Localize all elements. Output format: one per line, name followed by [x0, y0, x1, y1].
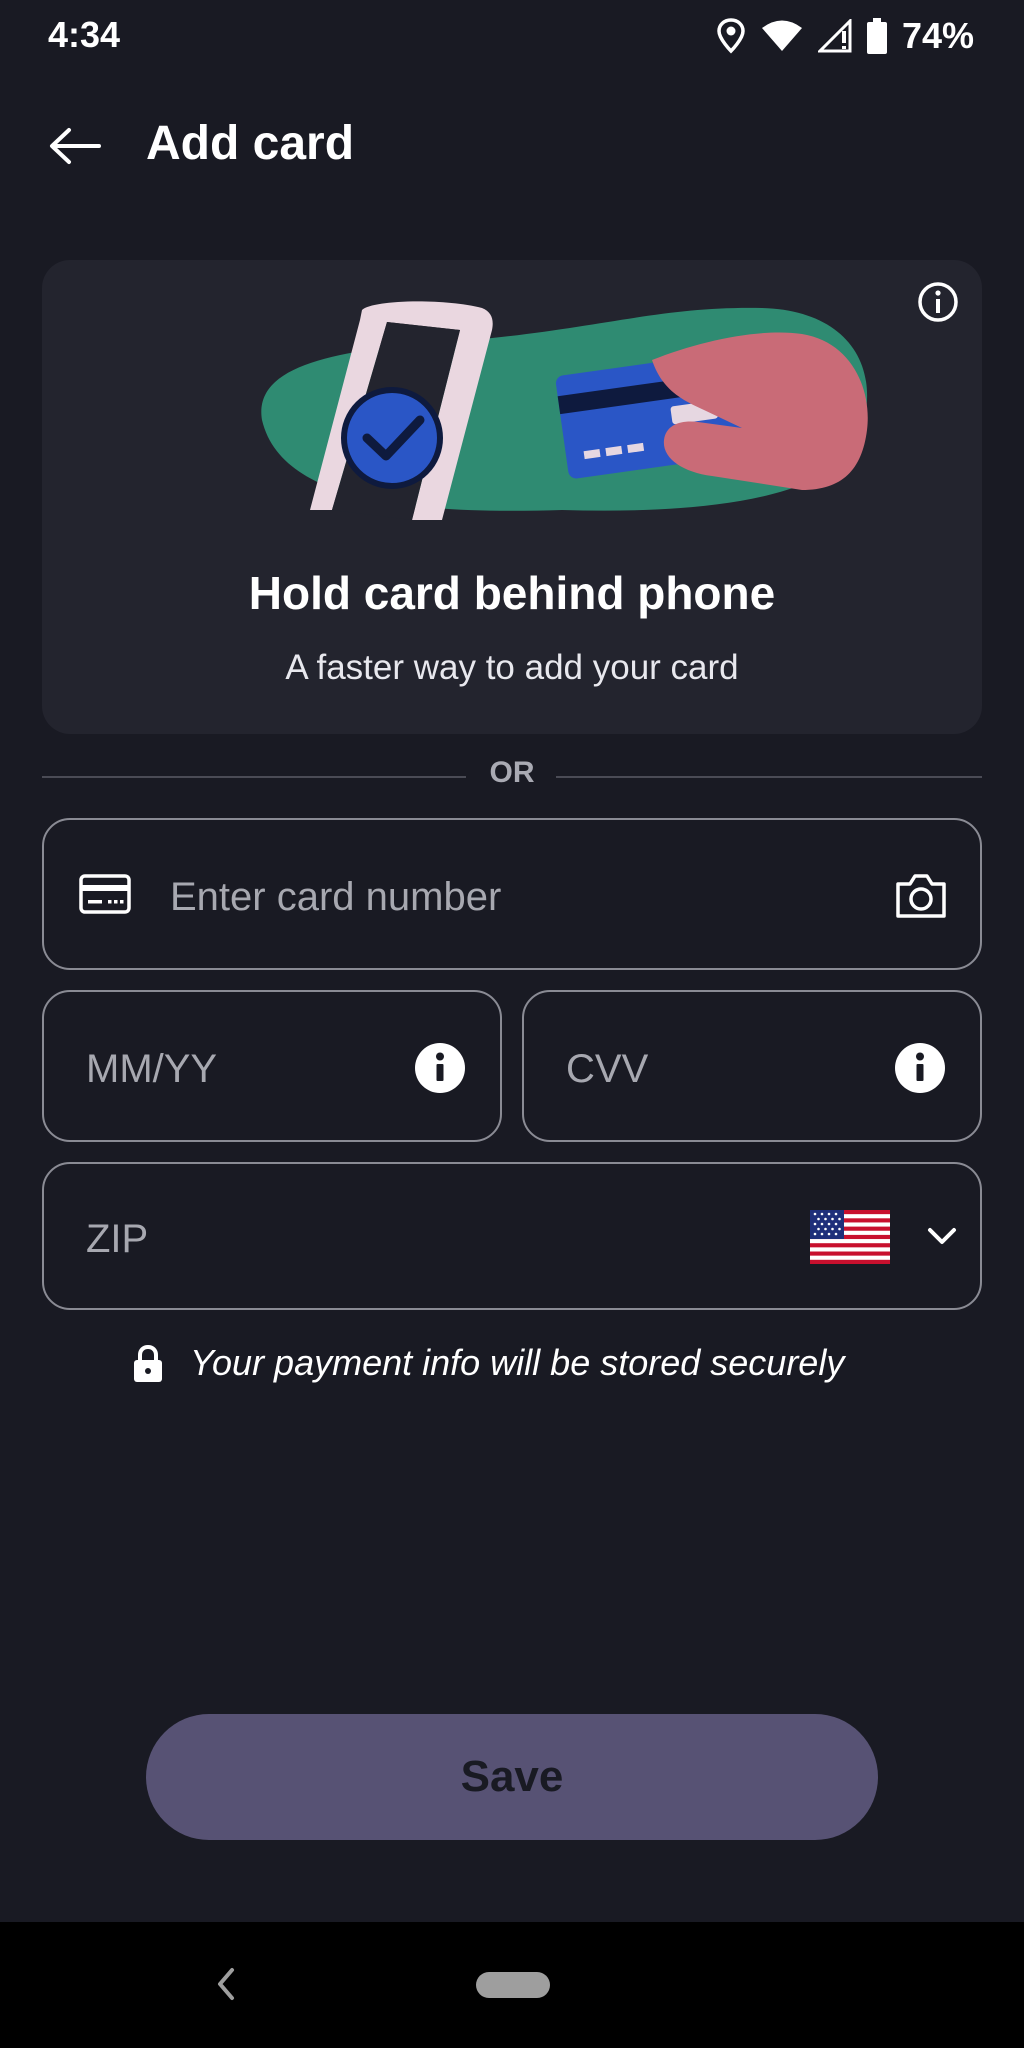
page-title: Add card — [146, 117, 355, 170]
expiry-input[interactable] — [84, 1036, 388, 1102]
cvv-input[interactable] — [564, 1036, 868, 1102]
scan-subtitle: A faster way to add your card — [285, 648, 739, 687]
zip-input[interactable] — [84, 1206, 768, 1272]
status-time: 4:34 — [48, 14, 121, 55]
us-flag-icon[interactable] — [810, 1210, 890, 1264]
credit-card-icon — [79, 874, 131, 914]
chevron-down-icon[interactable] — [922, 1216, 962, 1256]
or-divider: OR — [42, 756, 982, 796]
secure-note: Your payment info will be stored securel… — [0, 1340, 1024, 1390]
lock-icon — [134, 1344, 162, 1382]
wifi-icon — [761, 20, 802, 51]
zip-field[interactable] — [42, 1162, 982, 1310]
camera-icon[interactable] — [894, 870, 948, 922]
card-number-field[interactable] — [42, 818, 982, 970]
app-bar: Add card — [0, 108, 1024, 184]
scan-title: Hold card behind phone — [248, 567, 776, 619]
card-number-input[interactable] — [168, 864, 892, 930]
or-label: OR — [489, 756, 535, 789]
cvv-info-icon[interactable] — [894, 1042, 946, 1094]
status-icons: 74% — [716, 12, 974, 60]
signal-icon — [817, 19, 852, 53]
info-icon[interactable] — [916, 280, 960, 324]
back-button[interactable] — [40, 118, 110, 174]
back-arrow-icon — [50, 128, 101, 164]
secure-note-text: Your payment info will be stored securel… — [190, 1342, 845, 1383]
expiry-info-icon[interactable] — [414, 1042, 466, 1094]
nav-back-icon[interactable] — [206, 1962, 246, 2006]
cvv-field[interactable] — [522, 990, 982, 1142]
expiry-field[interactable] — [42, 990, 502, 1142]
location-icon — [717, 18, 745, 54]
battery-icon — [866, 18, 887, 54]
scan-card-panel[interactable]: Hold card behind phone A faster way to a… — [42, 260, 982, 734]
hold-card-illustration — [261, 301, 868, 520]
system-nav-bar — [0, 1922, 1024, 2048]
status-bar: 4:34 74% — [0, 0, 1024, 72]
save-button[interactable]: Save — [146, 1714, 878, 1840]
nav-home-pill[interactable] — [476, 1972, 550, 1998]
battery-percent: 74% — [901, 15, 974, 56]
